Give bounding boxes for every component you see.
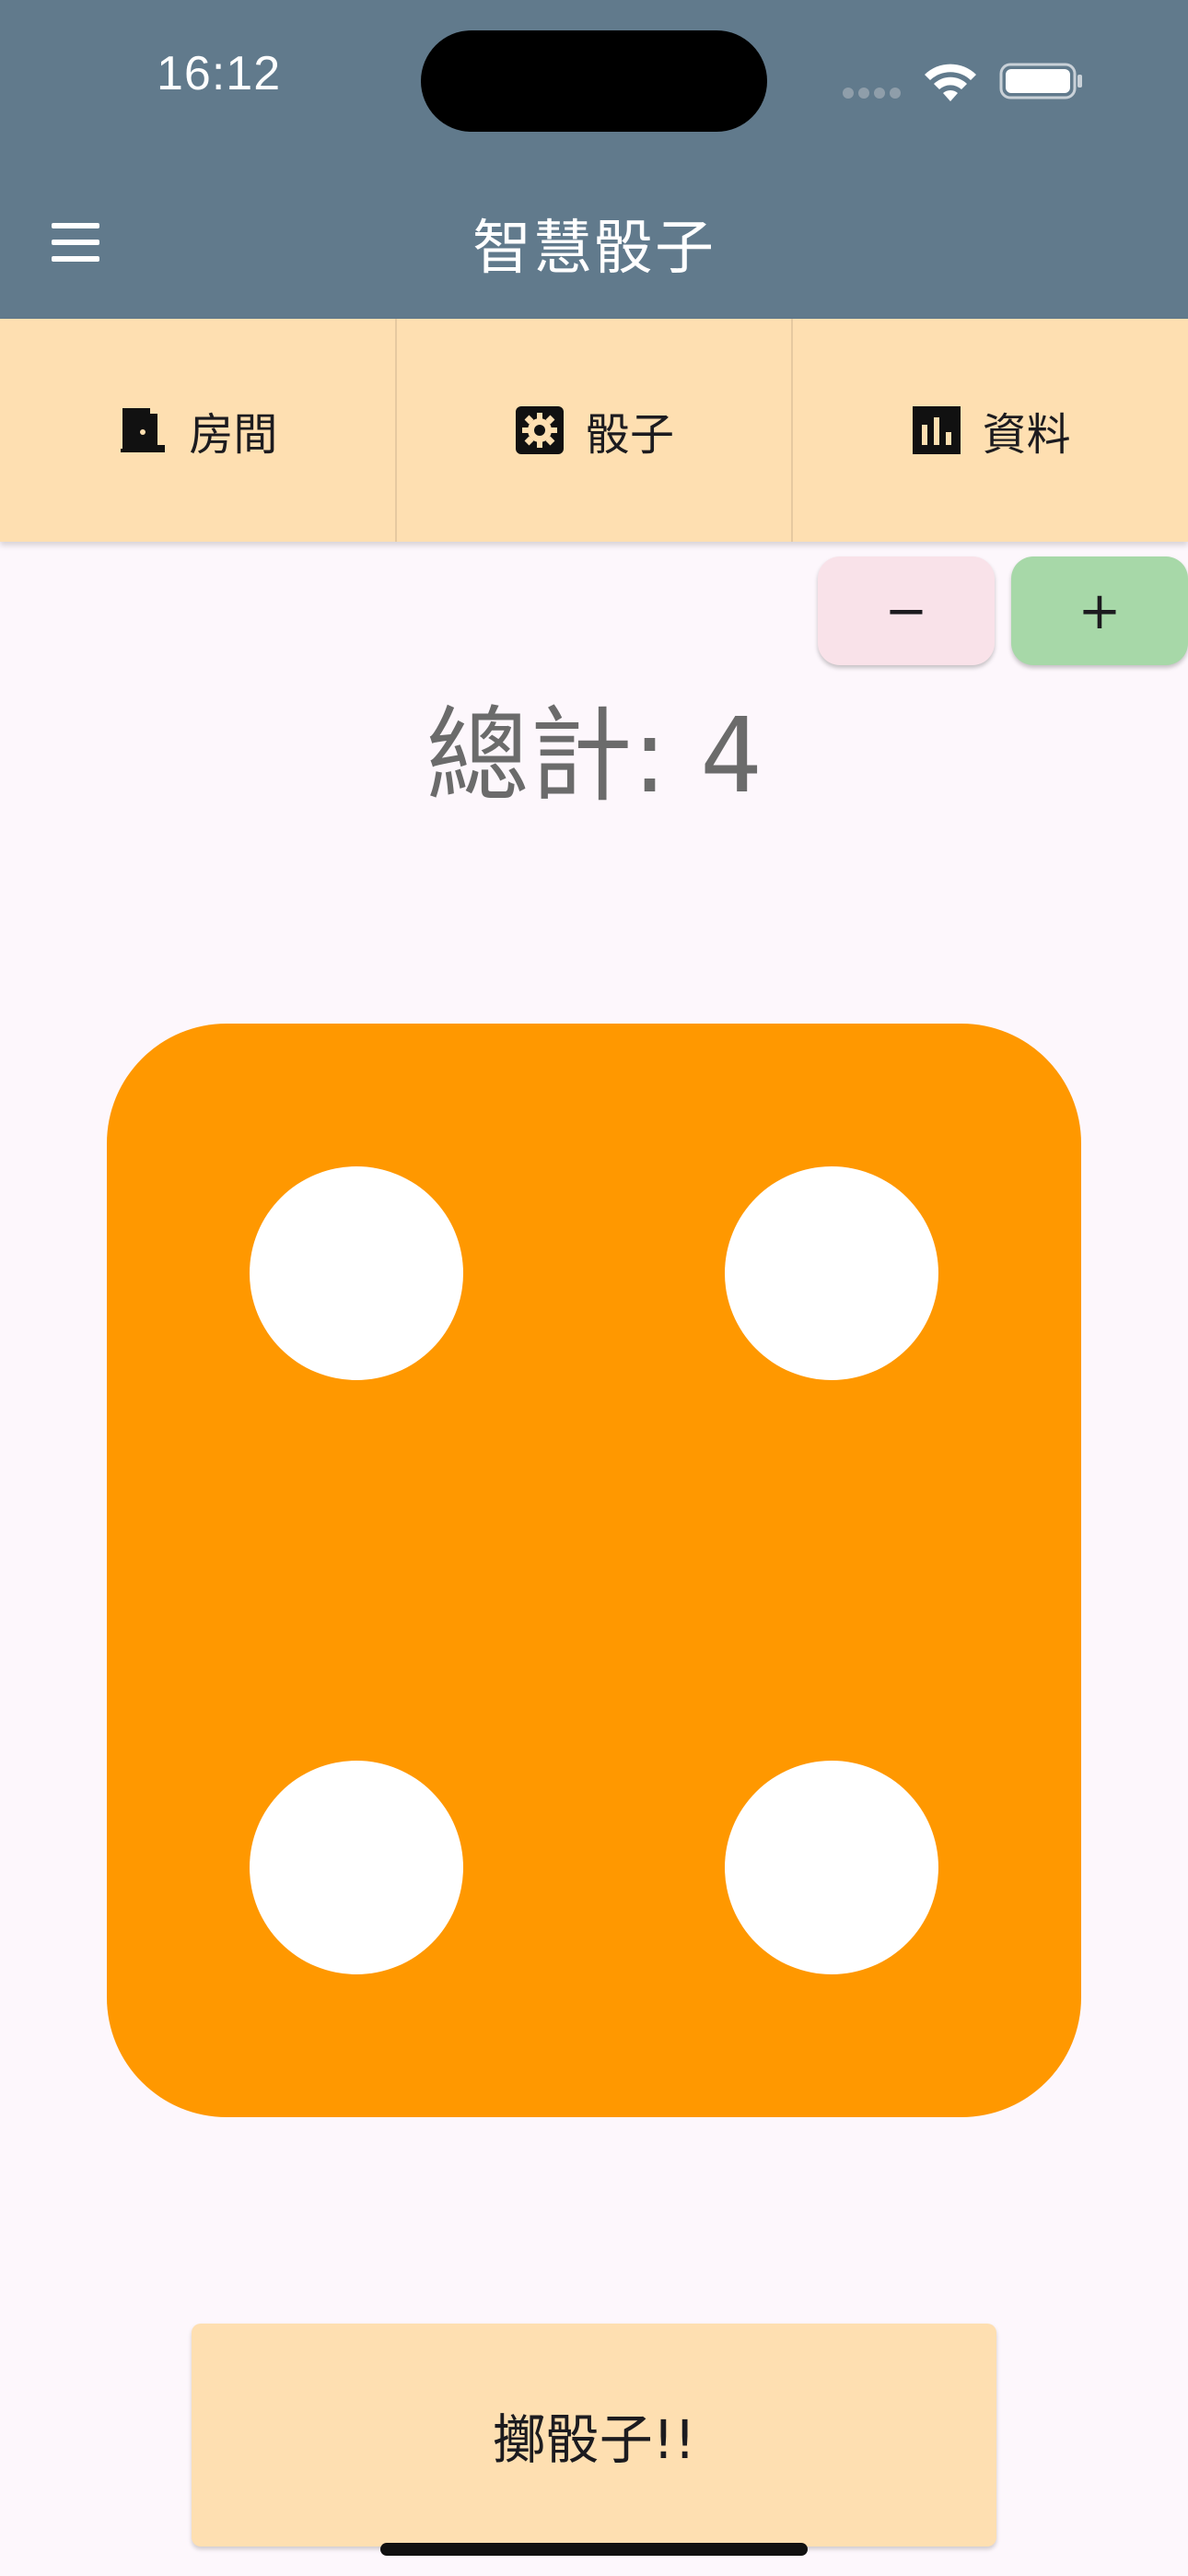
- total-value: 4: [699, 697, 763, 816]
- tab-room[interactable]: 房間: [0, 319, 397, 542]
- status-time: 16:12: [157, 47, 282, 100]
- app-bar: 16:12 智慧骰子: [0, 0, 1188, 319]
- die-pip: [725, 1166, 938, 1380]
- tab-data[interactable]: 資料: [793, 319, 1188, 542]
- home-indicator: [380, 2543, 808, 2556]
- gear-icon: [516, 406, 564, 454]
- app-title: 智慧骰子: [472, 215, 716, 283]
- bar-chart-icon: [912, 406, 961, 454]
- battery-icon: [999, 63, 1082, 100]
- die-pip: [725, 1761, 938, 1974]
- die-pip: [250, 1761, 463, 1974]
- dynamic-island: [421, 30, 767, 132]
- roll-dice-button[interactable]: 擲骰子!!: [192, 2324, 996, 2547]
- die-face[interactable]: [107, 1024, 1081, 2117]
- total-label: 總計:: [425, 697, 700, 816]
- tab-room-label: 房間: [189, 409, 278, 461]
- wifi-icon: [925, 64, 976, 101]
- increase-button[interactable]: +: [1011, 556, 1188, 665]
- door-icon: [121, 408, 166, 452]
- total-display: 總計: 4: [0, 673, 1188, 822]
- tab-data-label: 資料: [982, 409, 1071, 461]
- decrease-button[interactable]: −: [818, 556, 995, 665]
- tab-bar: 房間 骰子 資料: [0, 319, 1188, 542]
- die-pip: [250, 1166, 463, 1380]
- cellular-signal-icon: [843, 85, 907, 99]
- tab-dice-label: 骰子: [586, 409, 675, 461]
- tab-dice[interactable]: 骰子: [397, 319, 794, 542]
